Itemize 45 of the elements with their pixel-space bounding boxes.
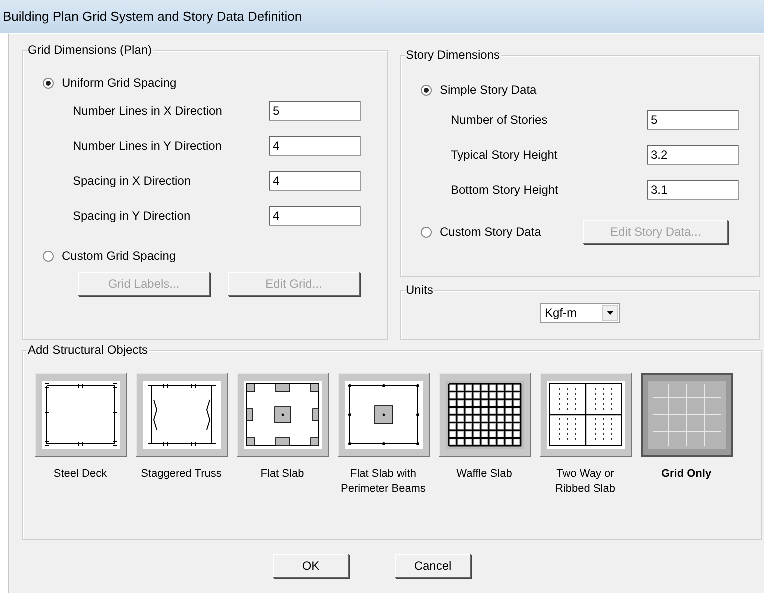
object-label: Grid Only [660,467,713,482]
input-field[interactable]: 3.1 [647,180,739,200]
object-label: Flat Slab [260,467,306,482]
field-label: Number Lines in X Direction [73,104,224,118]
object-label: Staggered Truss [140,467,223,482]
input-field[interactable]: 3.2 [647,145,739,165]
radio-button[interactable] [421,84,432,96]
truss-plan-icon [142,380,222,450]
radio-label[interactable]: Simple Story Data [440,83,537,97]
input-field[interactable]: 5 [269,101,361,121]
object-label: Steel Deck [52,467,108,482]
field-label: Spacing in X Direction [73,174,192,188]
input-field[interactable]: 4 [269,136,361,156]
twoway-plan-icon [546,380,626,450]
radio-button[interactable] [43,250,54,262]
field-label: Bottom Story Height [451,183,560,197]
button[interactable]: Cancel [395,554,471,578]
flatslab-plan-icon [242,380,322,450]
object-label: Two Way or Ribbed Slab [554,467,616,497]
radio-label[interactable]: Uniform Grid Spacing [62,76,177,90]
group-title: Units [405,283,434,297]
grid-plan-icon [646,380,726,450]
object-label: Waffle Slab [456,467,514,482]
button[interactable]: OK [273,554,349,578]
waffle-plan-icon [444,380,524,450]
field-label: Number of Stories [451,113,549,127]
radio-button[interactable] [421,226,432,238]
field-label: Typical Story Height [451,148,559,162]
window-title: Building Plan Grid System and Story Data Definition [3,9,302,24]
radio-label[interactable]: Custom Grid Spacing [62,249,176,263]
structural-object-button[interactable] [640,373,732,457]
input-field[interactable]: 4 [269,171,361,191]
steeldeck-plan-icon [40,380,120,450]
object-label: Flat Slab with Perimeter Beams [340,467,427,497]
group-title: Grid Dimensions (Plan) [27,43,154,57]
field-label: Spacing in Y Direction [73,209,192,223]
input-field[interactable]: 4 [269,206,361,226]
group-title: Add Structural Objects [27,343,150,357]
input-field[interactable]: 5 [647,110,739,130]
field-label: Number Lines in Y Direction [73,139,223,153]
radio-label[interactable]: Custom Story Data [440,225,542,239]
units-dropdown[interactable]: Kgf-m [540,303,620,323]
group-title: Story Dimensions [405,48,502,62]
radio-button[interactable] [43,78,54,88]
perimeter-plan-icon [344,380,424,450]
